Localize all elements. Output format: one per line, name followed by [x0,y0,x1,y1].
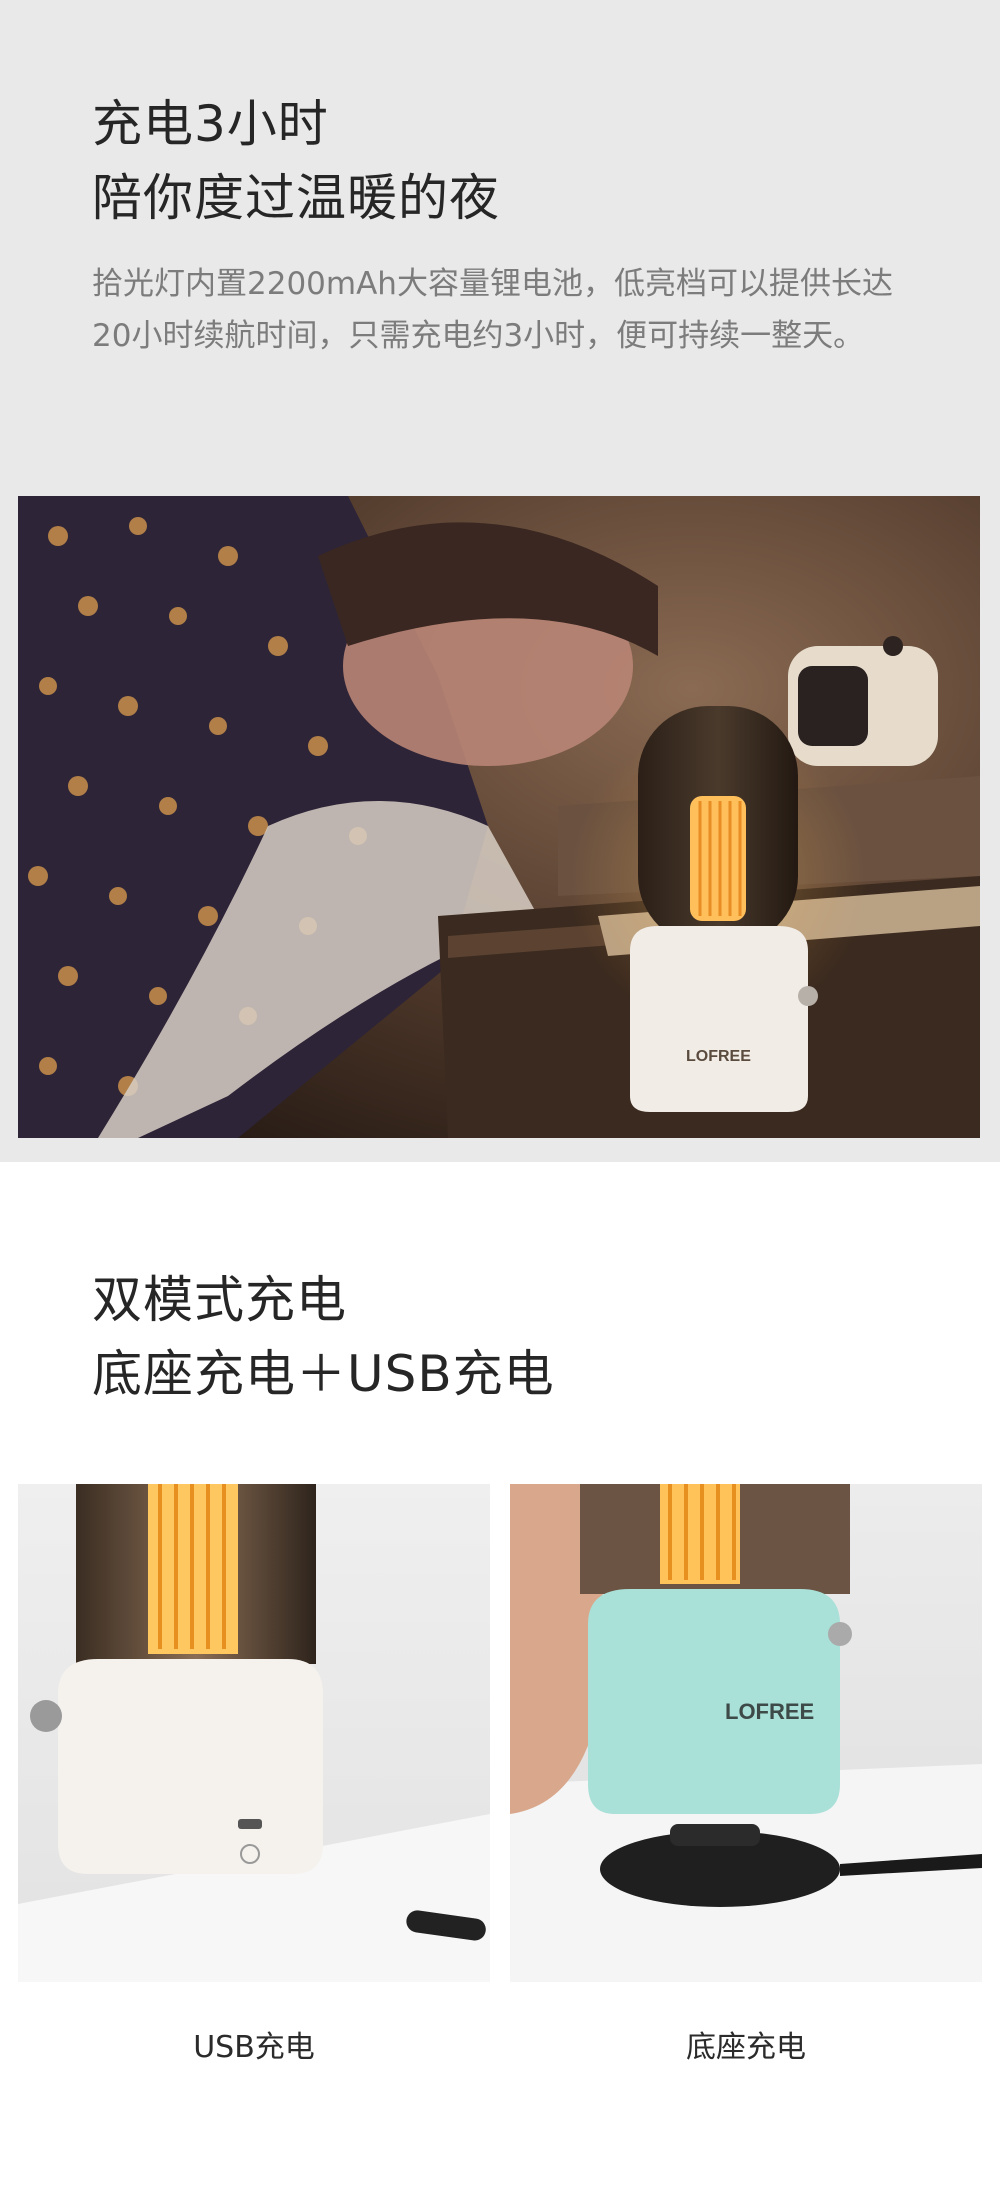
section1-description: 拾光灯内置2200mAh大容量锂电池，低亮档可以提供长达20小时续航时间，只需充… [92,266,893,354]
section1-title-line1: 充电3小时 [92,95,329,153]
bedside-lamp-photo: LOFREE [18,496,980,1138]
section2-title-line2: 底座充电＋USB充电 [92,1345,555,1403]
usb-charging-photo [18,1484,490,1982]
caption-base: 底座充电 [686,2030,806,2065]
base-charging-photo: LOFREE [510,1484,982,1982]
section1-title-line2: 陪你度过温暖的夜 [92,169,500,227]
caption-usb: USB充电 [193,2030,315,2065]
photo3-lamp-logo: LOFREE [725,1699,814,1724]
section2-title-line1: 双模式充电 [92,1271,347,1329]
photo1-lamp-logo: LOFREE [686,1048,751,1065]
